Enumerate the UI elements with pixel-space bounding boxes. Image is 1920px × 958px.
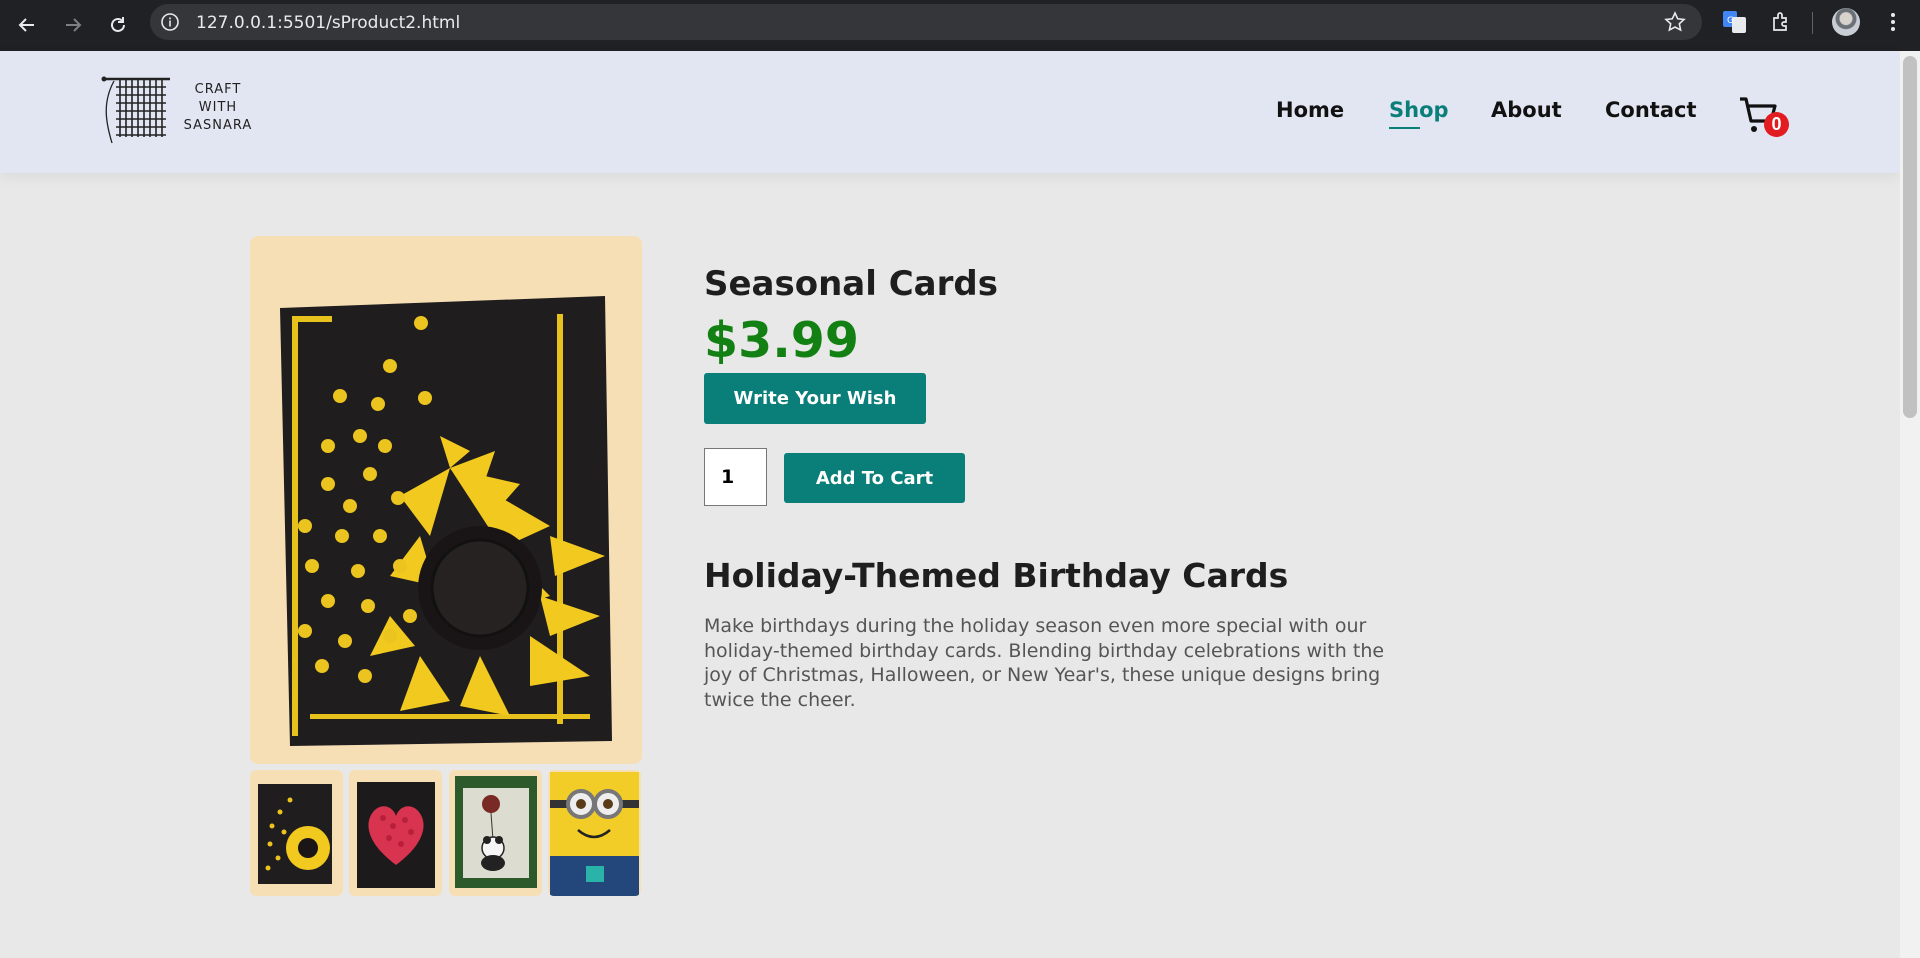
red-rose-heart-card xyxy=(357,782,435,888)
logo-line: SASNARA xyxy=(183,118,253,133)
product-title: Seasonal Cards xyxy=(704,264,998,304)
product-main-image xyxy=(250,236,642,764)
quantity-input[interactable] xyxy=(704,448,767,506)
thumbnail-heart-card[interactable] xyxy=(349,770,442,896)
nav-active-underline xyxy=(1389,127,1420,129)
logo-line: CRAFT xyxy=(194,82,242,97)
url-text: 127.0.0.1:5501/sProduct2.html xyxy=(196,13,461,33)
panda-balloon-card xyxy=(455,776,537,888)
browser-toolbar: 127.0.0.1:5501/sProduct2.html G xyxy=(0,0,1920,51)
site-info-icon[interactable] xyxy=(160,12,180,32)
extensions-icon[interactable] xyxy=(1768,9,1794,35)
thumbnail-minion-card[interactable] xyxy=(548,770,641,896)
add-to-cart-button[interactable]: Add To Cart xyxy=(784,453,965,503)
cart-count-badge: 0 xyxy=(1764,112,1789,137)
translate-icon[interactable]: G xyxy=(1722,9,1748,35)
product-description: Make birthdays during the holiday season… xyxy=(704,615,1385,711)
logo-text: CRAFT WITH SASNARA xyxy=(178,81,258,135)
sunflower-butterfly-card xyxy=(280,296,612,746)
toolbar-separator xyxy=(1812,12,1813,34)
nav-shop[interactable]: Shop xyxy=(1389,98,1449,122)
reload-icon[interactable] xyxy=(103,10,133,40)
thumbnail-sunflower-card[interactable] xyxy=(250,770,343,896)
logo-line: WITH xyxy=(198,100,238,115)
thumbnail-panda-card[interactable] xyxy=(449,770,542,896)
nav-contact[interactable]: Contact xyxy=(1605,98,1697,122)
product-details-heading: Holiday-Themed Birthday Cards xyxy=(704,556,1289,595)
profile-avatar[interactable] xyxy=(1832,8,1860,36)
site-header: CRAFT WITH SASNARA Home Shop About Conta… xyxy=(0,51,1900,173)
forward-icon[interactable] xyxy=(58,10,88,40)
loom-logo-icon xyxy=(101,76,170,144)
more-menu-icon[interactable] xyxy=(1880,9,1906,35)
address-bar[interactable]: 127.0.0.1:5501/sProduct2.html xyxy=(150,4,1702,40)
write-wish-button[interactable]: Write Your Wish xyxy=(704,373,926,424)
nav-about[interactable]: About xyxy=(1491,98,1562,122)
page-scrollbar-thumb[interactable] xyxy=(1903,56,1917,418)
product-price: $3.99 xyxy=(704,312,859,369)
back-icon[interactable] xyxy=(12,10,42,40)
nav-home[interactable]: Home xyxy=(1276,98,1344,122)
bookmark-star-icon[interactable] xyxy=(1664,11,1686,33)
sunflower-butterfly-card xyxy=(258,784,332,884)
minion-card xyxy=(550,772,639,896)
site-logo[interactable]: CRAFT WITH SASNARA xyxy=(100,73,260,148)
svg-text:G: G xyxy=(1727,16,1734,26)
